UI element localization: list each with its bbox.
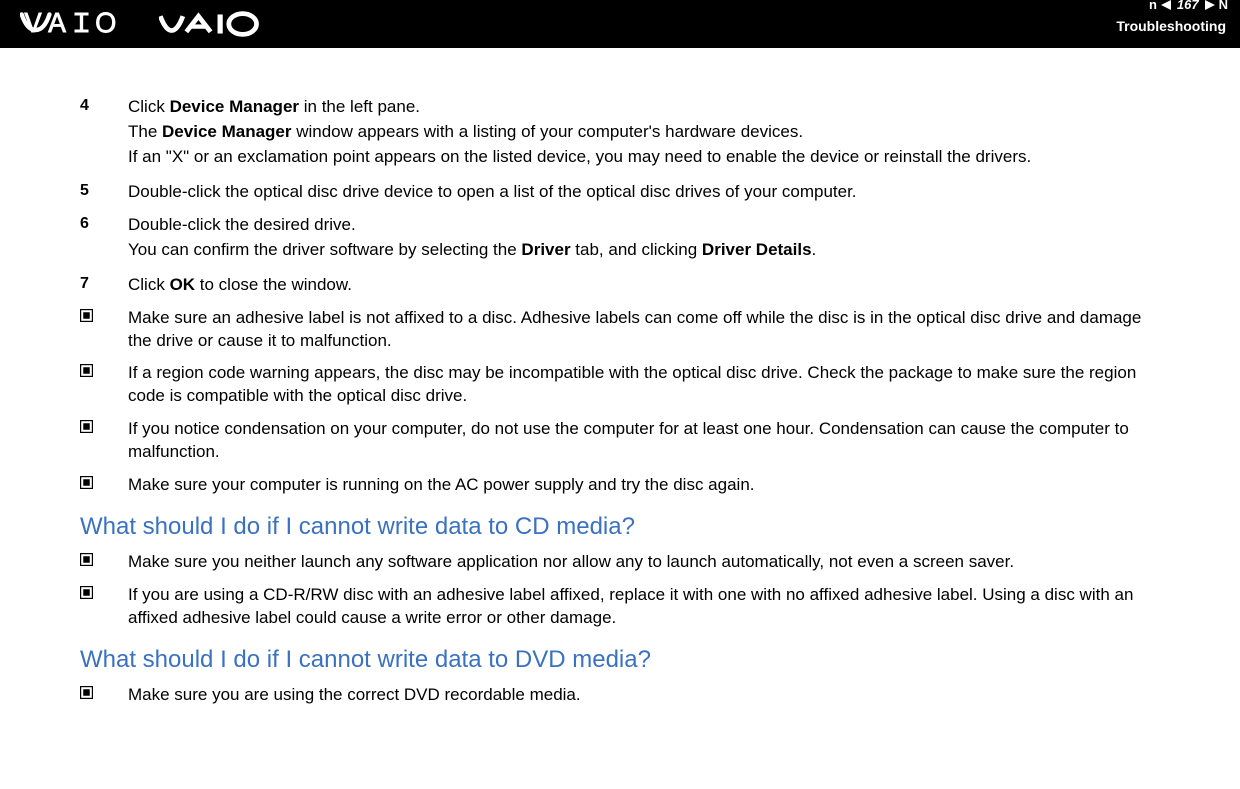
- step-4: 4 Click Device Manager in the left pane.…: [80, 96, 1160, 171]
- bullet-text: Make sure you are using the correct DVD …: [128, 684, 1160, 707]
- bold-text: OK: [170, 275, 196, 294]
- bold-text: Device Manager: [170, 97, 299, 116]
- text: to close the window.: [195, 275, 352, 294]
- checkbox-icon: [80, 307, 128, 353]
- step-number: 4: [80, 96, 128, 171]
- checkbox-icon: [80, 418, 128, 464]
- page-content: 4 Click Device Manager in the left pane.…: [0, 48, 1240, 707]
- step-number: 5: [80, 181, 128, 204]
- bullet-item: Make sure you are using the correct DVD …: [80, 684, 1160, 707]
- text: Click: [128, 97, 170, 116]
- bullet-text: If you notice condensation on your compu…: [128, 418, 1160, 464]
- text: in the left pane.: [299, 97, 420, 116]
- bullet-text: Make sure an adhesive label is not affix…: [128, 307, 1160, 353]
- bold-text: Device Manager: [162, 122, 291, 141]
- text: The: [128, 122, 162, 141]
- page-number: 167: [1175, 0, 1201, 12]
- heading-dvd-media: What should I do if I cannot write data …: [80, 646, 1160, 674]
- section-title: Troubleshooting: [1116, 18, 1226, 34]
- arrow-left-icon[interactable]: [1161, 0, 1171, 10]
- step-7: 7 Click OK to close the window.: [80, 274, 1160, 297]
- heading-cd-media: What should I do if I cannot write data …: [80, 513, 1160, 541]
- page-header: ＶＡＩＯ n 167 N Troubleshooting: [0, 0, 1240, 48]
- text: You can confirm the driver software by s…: [128, 240, 521, 259]
- step-number: 6: [80, 214, 128, 264]
- svg-text:ＶＡＩＯ: ＶＡＩＯ: [20, 11, 117, 37]
- text: tab, and clicking: [571, 240, 702, 259]
- checkbox-icon: [80, 584, 128, 630]
- bullet-text: If a region code warning appears, the di…: [128, 362, 1160, 408]
- step-number: 7: [80, 274, 128, 297]
- step-text: Click Device Manager in the left pane. T…: [128, 96, 1160, 171]
- page-nav[interactable]: n 167 N: [1149, 0, 1228, 12]
- text: Double-click the desired drive.: [128, 214, 1160, 237]
- bullet-item: If you are using a CD-R/RW disc with an …: [80, 584, 1160, 630]
- text: If an "X" or an exclamation point appear…: [128, 146, 1160, 169]
- vaio-logo: ＶＡＩＯ: [20, 11, 309, 37]
- checkbox-icon: [80, 474, 128, 497]
- bullet-item: If you notice condensation on your compu…: [80, 418, 1160, 464]
- step-5: 5 Double-click the optical disc drive de…: [80, 181, 1160, 204]
- step-text: Double-click the optical disc drive devi…: [128, 181, 1160, 204]
- bullet-text: Make sure you neither launch any softwar…: [128, 551, 1160, 574]
- bullet-item: Make sure you neither launch any softwar…: [80, 551, 1160, 574]
- checkbox-icon: [80, 551, 128, 574]
- bullet-item: If a region code warning appears, the di…: [80, 362, 1160, 408]
- bullet-text: Make sure your computer is running on th…: [128, 474, 1160, 497]
- step-text: Click OK to close the window.: [128, 274, 1160, 297]
- text: .: [812, 240, 817, 259]
- text: Click: [128, 275, 170, 294]
- bold-text: Driver: [521, 240, 570, 259]
- step-text: Double-click the desired drive. You can …: [128, 214, 1160, 264]
- nav-n-upper: N: [1219, 0, 1228, 12]
- checkbox-icon: [80, 362, 128, 408]
- bold-text: Driver Details: [702, 240, 812, 259]
- text: window appears with a listing of your co…: [291, 122, 803, 141]
- bullet-item: Make sure an adhesive label is not affix…: [80, 307, 1160, 353]
- checkbox-icon: [80, 684, 128, 707]
- bullet-item: Make sure your computer is running on th…: [80, 474, 1160, 497]
- arrow-right-icon[interactable]: [1205, 0, 1215, 10]
- nav-n-lower: n: [1149, 0, 1157, 12]
- step-6: 6 Double-click the desired drive. You ca…: [80, 214, 1160, 264]
- bullet-text: If you are using a CD-R/RW disc with an …: [128, 584, 1160, 630]
